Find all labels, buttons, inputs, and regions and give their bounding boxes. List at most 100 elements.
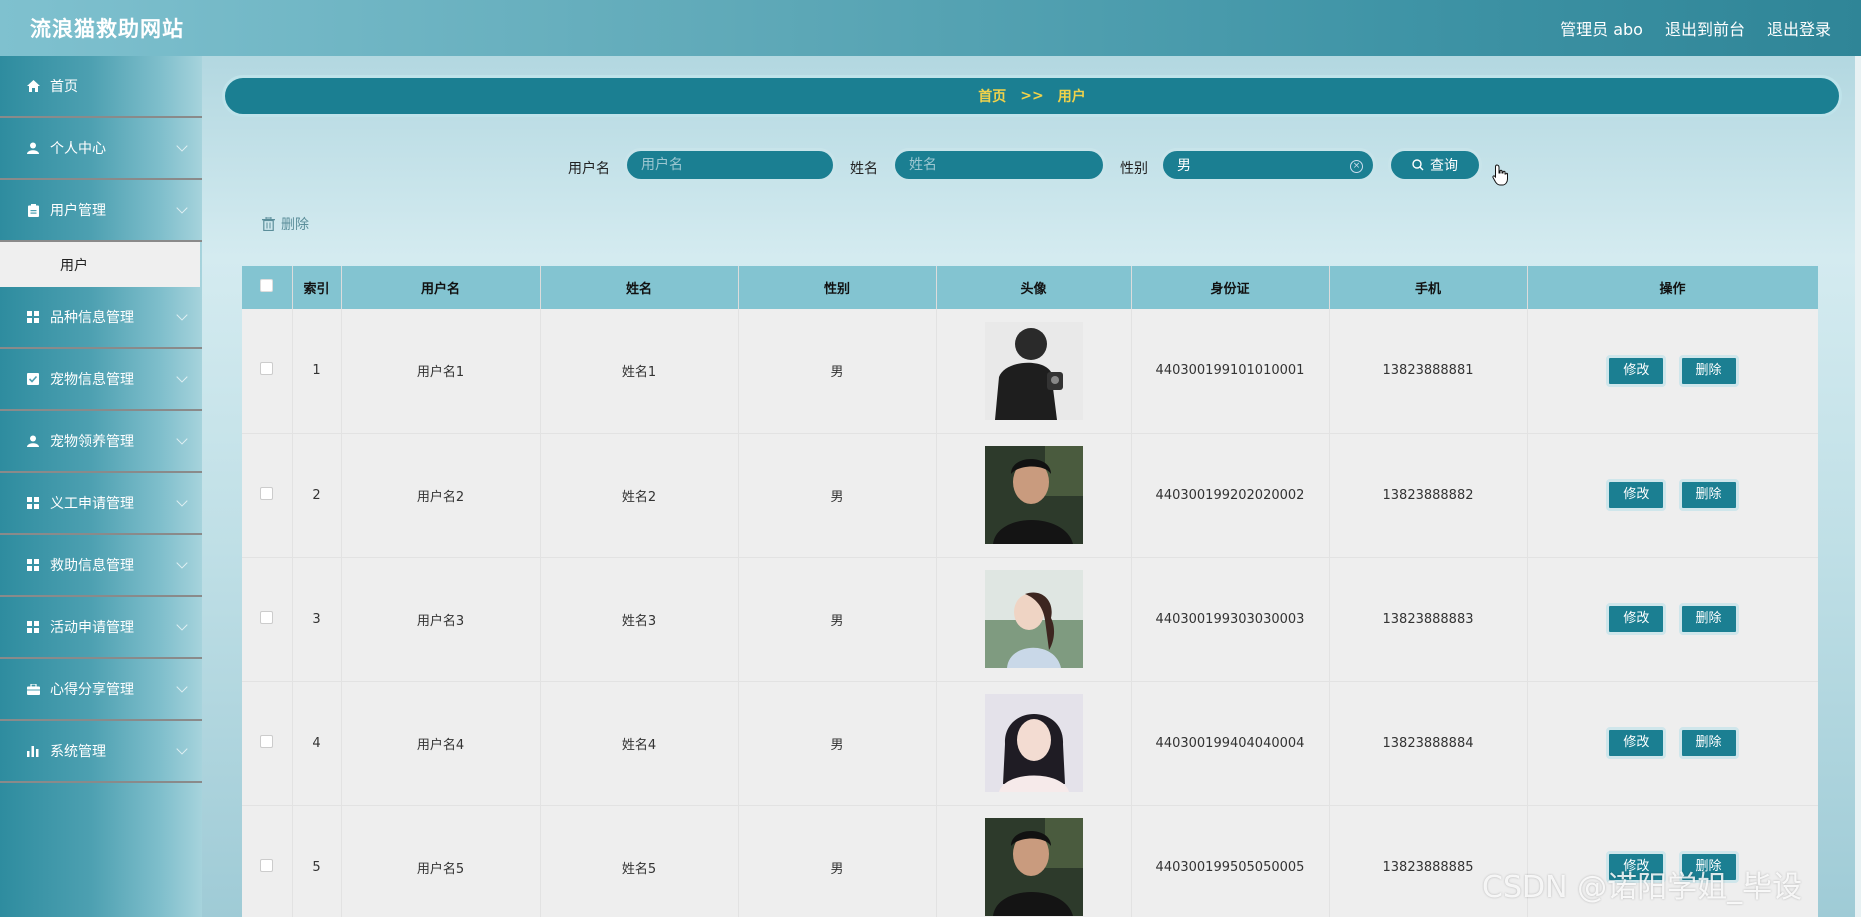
watermark: CSDN @诺阳学姐_毕设 — [1482, 870, 1803, 905]
cell-index: 2 — [292, 433, 342, 558]
sidebar-item-system-management[interactable]: 系统管理 — [0, 721, 202, 783]
gender-select[interactable]: 男 × — [1160, 148, 1376, 182]
row-checkbox[interactable] — [260, 858, 274, 872]
row-checkbox[interactable] — [260, 486, 274, 500]
cell-gender: 男 — [738, 557, 937, 682]
sidebar-item-label: 个人中心 — [50, 141, 106, 157]
site-title: 流浪猫救助网站 — [30, 17, 184, 41]
name-search-input[interactable] — [892, 148, 1106, 182]
edit-button[interactable]: 修改 — [1606, 354, 1667, 387]
avatar — [984, 446, 1083, 544]
edit-button[interactable]: 修改 — [1606, 603, 1667, 635]
check-square-icon — [26, 372, 40, 386]
edit-button[interactable]: 修改 — [1606, 479, 1667, 511]
sidebar-item-label: 救助信息管理 — [50, 558, 134, 574]
sidebar-item-breed-management[interactable]: 品种信息管理 — [0, 287, 202, 349]
cell-id-card: 440300199505050005 — [1131, 805, 1330, 917]
edit-button[interactable]: 修改 — [1606, 727, 1667, 759]
sidebar-item-rescue-management[interactable]: 救助信息管理 — [0, 535, 202, 597]
bar-chart-icon — [26, 744, 40, 758]
cell-actions: 修改 删除 — [1527, 433, 1818, 558]
header-gender: 性别 — [738, 266, 937, 309]
grid-icon — [26, 558, 40, 572]
sidebar-item-label: 用户管理 — [50, 203, 106, 219]
table-header-row: 索引 用户名 姓名 性别 头像 身份证 手机 操作 — [242, 266, 1818, 309]
delete-button[interactable]: 删除 — [1678, 727, 1739, 759]
cell-phone: 13823888884 — [1329, 681, 1528, 806]
avatar — [984, 321, 1083, 420]
sidebar-subitem-user[interactable]: 用户 — [0, 242, 200, 287]
breadcrumb: 首页 >> 用户 — [222, 75, 1842, 117]
clear-icon[interactable]: × — [1350, 160, 1363, 173]
chevron-down-icon — [176, 371, 188, 383]
sidebar-item-personal-center[interactable]: 个人中心 — [0, 118, 202, 180]
select-all-checkbox[interactable] — [260, 279, 274, 292]
avatar — [984, 694, 1083, 792]
avatar — [984, 570, 1083, 668]
page-scrollbar[interactable] — [1855, 56, 1861, 917]
admin-user-label: 管理员 abo — [1560, 20, 1643, 39]
chevron-down-icon — [176, 309, 188, 321]
table-row: 2 用户名2 姓名2 男 440300199202020002 13823888… — [242, 433, 1818, 558]
bulk-delete-button[interactable]: 删除 — [262, 214, 309, 234]
cell-username: 用户名1 — [341, 309, 541, 434]
delete-button[interactable]: 删除 — [1678, 479, 1739, 511]
user-icon — [26, 434, 40, 448]
sidebar-item-label: 活动申请管理 — [50, 620, 134, 636]
logout-link[interactable]: 退出登录 — [1767, 16, 1831, 40]
table-row: 1 用户名1 姓名1 男 440300199101010001 13823888… — [242, 309, 1818, 434]
sidebar-item-sharing-management[interactable]: 心得分享管理 — [0, 659, 202, 721]
header-avatar: 头像 — [936, 266, 1132, 309]
chevron-down-icon — [176, 743, 188, 755]
delete-button[interactable]: 删除 — [1678, 354, 1739, 387]
sidebar-item-pet-adoption-management[interactable]: 宠物领养管理 — [0, 411, 202, 473]
query-button-label: 查询 — [1430, 158, 1458, 174]
cell-gender: 男 — [738, 681, 937, 806]
header-username: 用户名 — [341, 266, 541, 309]
row-checkbox[interactable] — [260, 734, 274, 748]
grid-icon — [26, 310, 40, 324]
chevron-down-icon — [176, 433, 188, 445]
header-name: 姓名 — [540, 266, 739, 309]
search-bar: 用户名 姓名 性别 男 × 查询 — [202, 146, 1861, 186]
hand-cursor-icon — [1492, 164, 1508, 186]
cell-gender: 男 — [738, 805, 937, 917]
name-label: 姓名 — [850, 161, 878, 177]
cell-name: 姓名4 — [540, 681, 739, 806]
cell-username: 用户名3 — [341, 557, 541, 682]
cell-username: 用户名5 — [341, 805, 541, 917]
sidebar-item-activity-management[interactable]: 活动申请管理 — [0, 597, 202, 659]
breadcrumb-current: 用户 — [1057, 89, 1086, 105]
sidebar-item-label: 品种信息管理 — [50, 310, 134, 326]
table-row: 4 用户名4 姓名4 男 440300199404040004 13823888… — [242, 681, 1818, 806]
gender-select-value: 男 — [1177, 158, 1191, 174]
username-search-input[interactable] — [624, 148, 836, 182]
search-icon — [1412, 159, 1424, 171]
sidebar-item-label: 义工申请管理 — [50, 496, 134, 512]
briefcase-icon — [26, 682, 40, 696]
cell-username: 用户名4 — [341, 681, 541, 806]
row-checkbox[interactable] — [260, 610, 274, 624]
sidebar-item-home[interactable]: 首页 — [0, 56, 202, 118]
sidebar-item-label: 宠物领养管理 — [50, 434, 134, 450]
cell-id-card: 440300199303030003 — [1131, 557, 1330, 682]
breadcrumb-home[interactable]: 首页 — [978, 86, 1006, 106]
cell-index: 1 — [292, 309, 342, 434]
chevron-down-icon — [176, 619, 188, 631]
cell-index: 3 — [292, 557, 342, 682]
delete-button[interactable]: 删除 — [1678, 603, 1739, 635]
sidebar-item-pet-info-management[interactable]: 宠物信息管理 — [0, 349, 202, 411]
header-index: 索引 — [292, 266, 342, 309]
main-content: 首页 >> 用户 用户名 姓名 性别 男 × 查询 删除 — [202, 56, 1861, 917]
cell-id-card: 440300199202020002 — [1131, 433, 1330, 558]
chevron-down-icon — [176, 681, 188, 693]
cell-name: 姓名2 — [540, 433, 739, 558]
header-id-card: 身份证 — [1131, 266, 1330, 309]
back-to-front-link[interactable]: 退出到前台 — [1665, 16, 1745, 40]
sidebar-item-user-management[interactable]: 用户管理 — [0, 180, 202, 242]
query-button[interactable]: 查询 — [1388, 148, 1482, 182]
cell-name: 姓名3 — [540, 557, 739, 682]
header-phone: 手机 — [1329, 266, 1528, 309]
row-checkbox[interactable] — [260, 362, 274, 376]
sidebar-item-volunteer-management[interactable]: 义工申请管理 — [0, 473, 202, 535]
